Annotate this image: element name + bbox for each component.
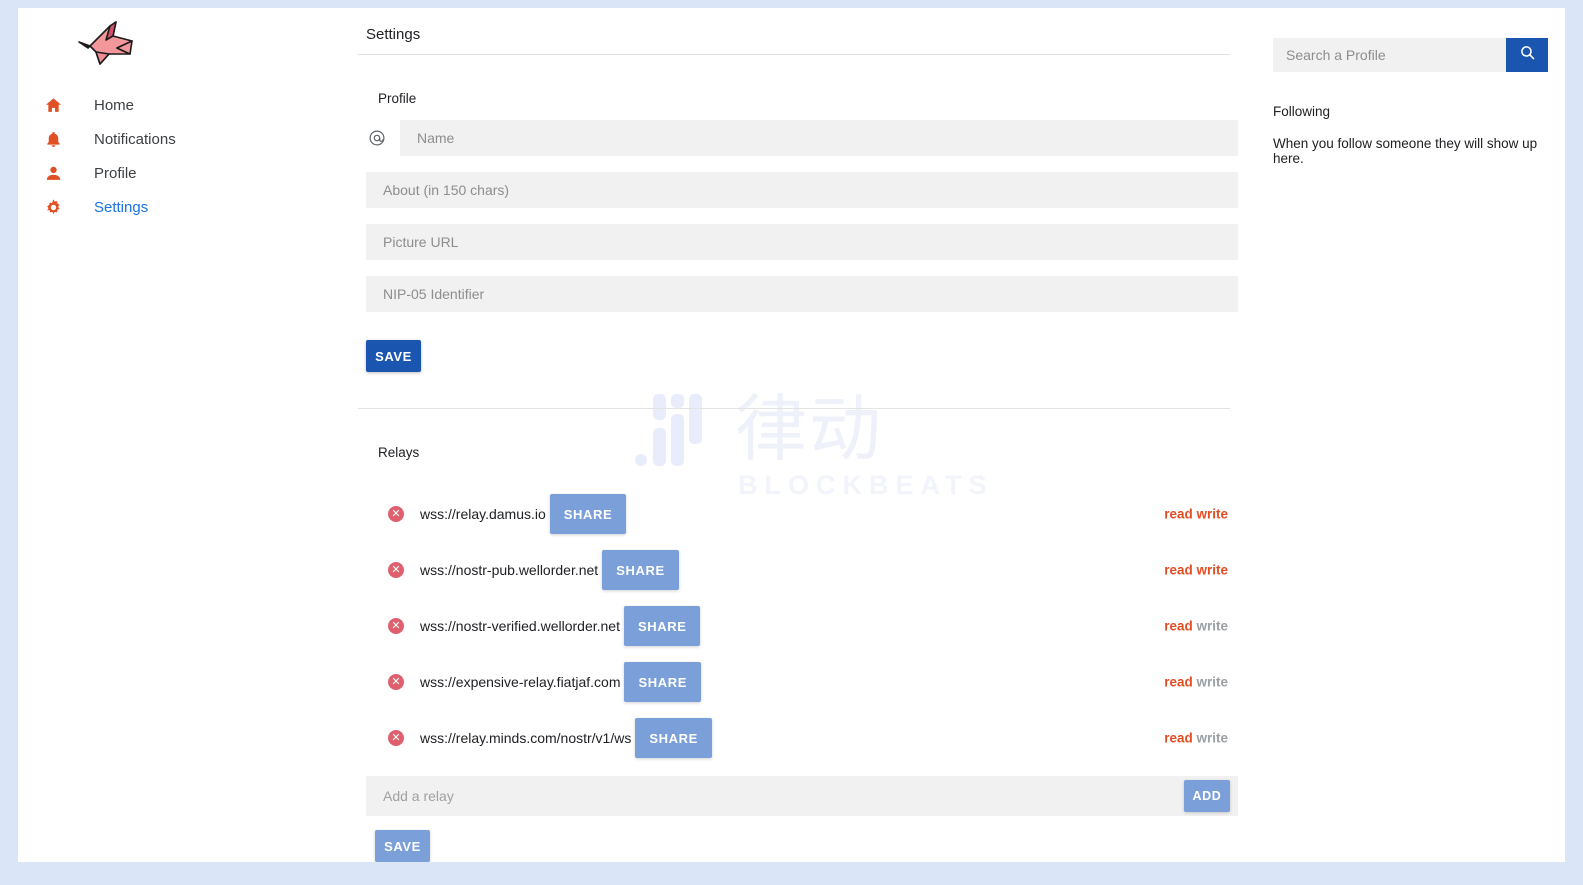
relay-write-toggle[interactable]: write (1196, 619, 1228, 634)
sidebar-item-label: Settings (94, 198, 149, 216)
relay-write-toggle[interactable]: write (1196, 563, 1228, 578)
relay-url: wss://relay.damus.io (420, 506, 546, 522)
search-button[interactable] (1506, 38, 1548, 72)
name-placeholder: Name (417, 130, 455, 146)
relay-permissions: read write (1164, 731, 1228, 746)
relay-write-toggle[interactable]: write (1196, 507, 1228, 522)
about-input[interactable]: About (in 150 chars) (366, 172, 1238, 208)
save-relays-button[interactable]: SAVE (375, 830, 430, 862)
search-input[interactable]: Search a Profile (1273, 38, 1506, 72)
relay-row: ✕ wss://nostr-pub.wellorder.net SHARE re… (358, 542, 1238, 598)
remove-circle-icon[interactable]: ✕ (388, 506, 404, 522)
share-relay-button[interactable]: SHARE (635, 718, 712, 758)
picture-url-placeholder: Picture URL (383, 234, 459, 250)
following-title: Following (1273, 104, 1331, 119)
add-relay-input[interactable]: Add a relay (366, 788, 1184, 804)
about-placeholder: About (in 150 chars) (383, 182, 510, 198)
name-input[interactable]: Name (400, 120, 1238, 156)
gear-icon (44, 196, 74, 218)
relay-read-toggle[interactable]: read (1164, 731, 1193, 746)
relay-read-toggle[interactable]: read (1164, 619, 1193, 634)
app-window: 律动 BLOCKBEATS Home Notifications Profile… (18, 8, 1565, 862)
sidebar-item-profile[interactable]: Profile (18, 156, 348, 190)
relay-url: wss://expensive-relay.fiatjaf.com (420, 674, 621, 690)
share-relay-button[interactable]: SHARE (549, 494, 627, 534)
person-icon (44, 162, 74, 184)
sidebar-item-label: Notifications (94, 130, 176, 148)
search-profile-row: Search a Profile (1273, 38, 1548, 72)
relay-row: ✕ wss://relay.damus.io SHARE read write (358, 486, 1238, 542)
sidebar-item-label: Home (94, 96, 135, 114)
relay-row: ✕ wss://relay.minds.com/nostr/v1/ws SHAR… (358, 710, 1238, 766)
relay-row: ✕ wss://expensive-relay.fiatjaf.com SHAR… (358, 654, 1238, 710)
origami-crane-logo[interactable] (76, 20, 146, 80)
search-placeholder: Search a Profile (1286, 47, 1386, 63)
remove-circle-icon[interactable]: ✕ (388, 618, 404, 634)
relay-permissions: read write (1164, 619, 1228, 634)
remove-circle-icon[interactable]: ✕ (388, 562, 404, 578)
profile-section-label: Profile (378, 91, 417, 106)
relay-url: wss://nostr-verified.wellorder.net (420, 618, 620, 634)
relay-write-toggle[interactable]: write (1196, 675, 1228, 690)
relay-write-toggle[interactable]: write (1196, 731, 1228, 746)
following-empty-note: When you follow someone they will show u… (1273, 136, 1538, 166)
picture-url-input[interactable]: Picture URL (366, 224, 1238, 260)
share-relay-button[interactable]: SHARE (623, 606, 701, 646)
relay-read-toggle[interactable]: read (1164, 675, 1193, 690)
remove-circle-icon[interactable]: ✕ (388, 730, 404, 746)
relays-section-label: Relays (378, 445, 420, 460)
sidebar-item-label: Profile (94, 164, 137, 182)
settings-main: Settings Profile Name About (in 150 char… (358, 8, 1238, 862)
add-relay-button[interactable]: ADD (1184, 780, 1230, 812)
relay-permissions: read write (1164, 507, 1228, 522)
nip05-placeholder: NIP-05 Identifier (383, 286, 485, 302)
relay-url: wss://nostr-pub.wellorder.net (420, 562, 599, 578)
relay-read-toggle[interactable]: read (1164, 563, 1193, 578)
at-icon (366, 127, 388, 149)
nip05-input[interactable]: NIP-05 Identifier (366, 276, 1238, 312)
left-sidebar: Home Notifications Profile Settings (18, 8, 348, 862)
sidebar-item-home[interactable]: Home (18, 88, 348, 122)
right-sidebar: Search a Profile Following When you foll… (1256, 8, 1556, 166)
share-relay-button[interactable]: SHARE (624, 662, 701, 702)
relay-url: wss://relay.minds.com/nostr/v1/ws (420, 730, 632, 746)
sidebar-nav: Home Notifications Profile Settings (18, 88, 348, 224)
share-relay-button[interactable]: SHARE (602, 550, 679, 590)
bell-icon (44, 128, 74, 150)
sidebar-item-notifications[interactable]: Notifications (18, 122, 348, 156)
page-title: Settings (366, 26, 421, 43)
name-field-row: Name (358, 120, 1238, 156)
sidebar-item-settings[interactable]: Settings (18, 190, 348, 224)
relay-read-toggle[interactable]: read (1164, 507, 1193, 522)
home-icon (44, 94, 74, 116)
relay-permissions: read write (1164, 563, 1228, 578)
relay-list: ✕ wss://relay.damus.io SHARE read write … (358, 486, 1238, 766)
search-icon (1519, 44, 1536, 66)
relay-row: ✕ wss://nostr-verified.wellorder.net SHA… (358, 598, 1238, 654)
relay-permissions: read write (1164, 675, 1228, 690)
add-relay-row: Add a relay ADD (366, 776, 1238, 816)
remove-circle-icon[interactable]: ✕ (388, 674, 404, 690)
save-profile-button[interactable]: SAVE (366, 340, 421, 372)
